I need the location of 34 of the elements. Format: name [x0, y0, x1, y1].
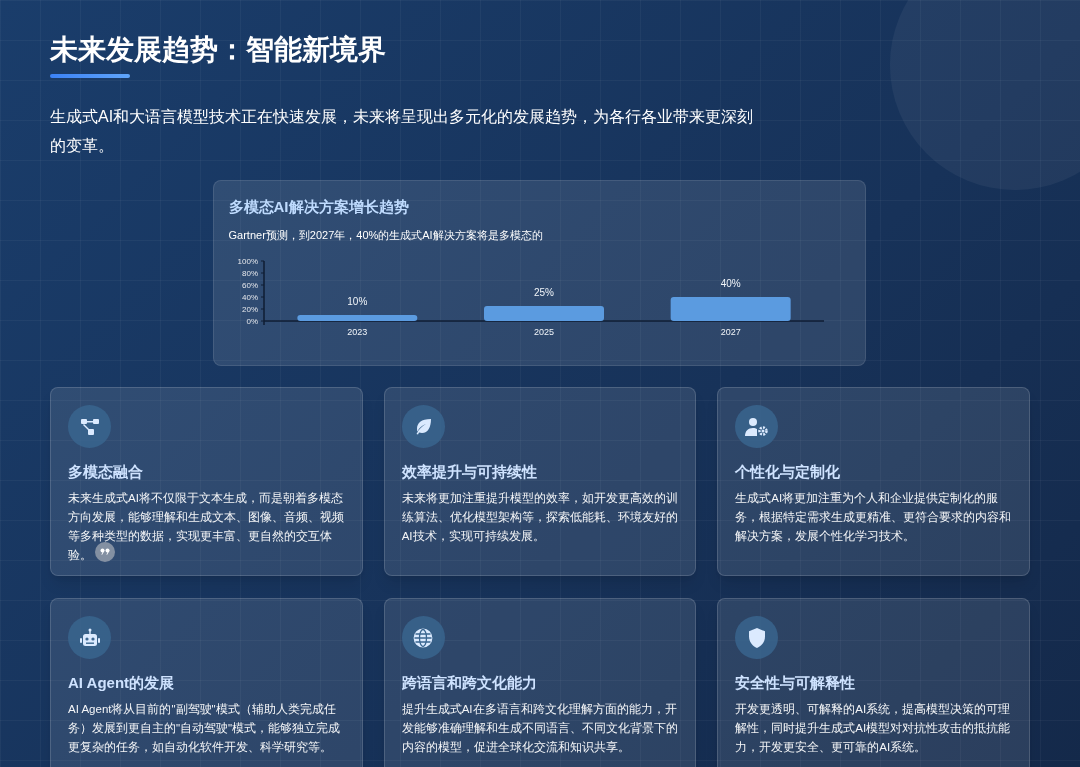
- bar-value-label: 25%: [533, 287, 554, 298]
- card-title: 多模态融合: [68, 462, 144, 482]
- card-description: 生成式AI将更加注重为个人和企业提供定制化的服务，根据特定需求生成更精准、更符合要求的内容和解决方案，发展个性化学习技术。: [735, 491, 1012, 544]
- card-title: 个性化与定制化: [735, 462, 842, 482]
- globe-icon: [413, 627, 434, 648]
- bar-value-label: 10%: [346, 296, 367, 307]
- bar-value-label: 40%: [720, 278, 741, 289]
- y-tick-label: 100%: [237, 257, 258, 266]
- y-axis: [260, 260, 265, 326]
- robot-icon: [78, 627, 101, 648]
- intro-paragraph: 生成式AI和大语言模型技术正在快速发展，未来将呈现出多元化的发展趋势，为各行各业带来更深刻的变革。: [50, 107, 755, 156]
- y-tick-label: 80%: [241, 269, 258, 278]
- card-title: 跨语言和跨文化能力: [401, 673, 538, 693]
- x-tick-label: 2023: [346, 327, 367, 337]
- user-gear-icon: [744, 416, 769, 437]
- y-tick-label: 20%: [241, 305, 258, 314]
- shield-icon: [747, 627, 766, 648]
- x-tick-label: 2027: [720, 327, 741, 337]
- card-description: AI Agent将从目前的"副驾驶"模式（辅助人类完成任务）发展到更自主的"自动驾驶"模式，能够独立完成更复杂的任务，如自动化软件开发、科学研究等。: [68, 702, 342, 755]
- card-description: 开发更透明、可解释的AI系统，提高模型决策的可理解性，同时提升生成式AI模型对对抗性攻击的抵抗能力，开发更安全、更可靠的AI系统。: [735, 702, 1012, 755]
- chart-subtitle: Gartner预测，到2027年，40%的生成式AI解决方案将是多模态的: [228, 228, 544, 243]
- y-tick-label: 40%: [241, 293, 258, 302]
- nodes-icon: [79, 416, 100, 437]
- chart-title: 多模态AI解决方案增长趋势: [228, 197, 410, 217]
- card-title: 安全性与可解释性: [735, 673, 857, 693]
- y-tick-label: 0%: [245, 317, 258, 326]
- card-description: 未来生成式AI将不仅限于文本生成，而是朝着多模态方向发展，能够理解和生成文本、图像、音频、视频等多种类型的数据，实现更丰富、更自然的交互体验。: [68, 491, 345, 563]
- card-title: 效率提升与可持续性: [401, 462, 538, 482]
- x-tick-label: 2025: [533, 327, 554, 337]
- card-description: 未来将更加注重提升模型的效率，如开发更高效的训练算法、优化模型架构等，探索低能耗、环境友好的AI技术，实现可持续发展。: [401, 491, 679, 544]
- page-title: 未来发展趋势：智能新境界: [50, 33, 386, 67]
- y-tick-label: 60%: [241, 281, 258, 290]
- card-description: 提升生成式AI在多语言和跨文化理解方面的能力，开发能够准确理解和生成不同语言、不同文化背景下的内容的模型，促进全球化交流和知识共享。: [401, 702, 679, 755]
- card-title: AI Agent的发展: [68, 673, 176, 693]
